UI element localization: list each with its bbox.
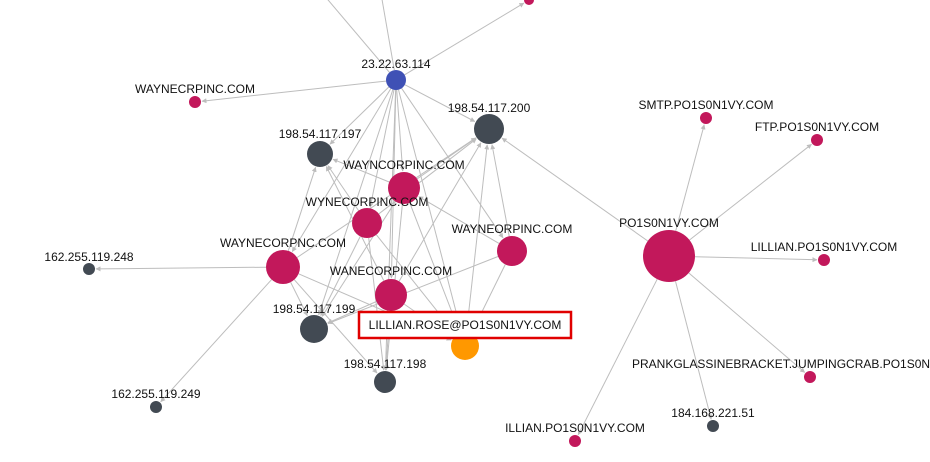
node-ip248[interactable] — [83, 263, 95, 275]
label-ip249: 162.255.119.249 — [111, 387, 201, 401]
node-wayneorpinc[interactable] — [497, 236, 527, 266]
node-ip198[interactable] — [374, 371, 396, 393]
label-hub_ip: 23.22.63.114 — [361, 57, 431, 71]
label-lillian: LILLIAN.PO1S0N1VY.COM — [751, 240, 898, 254]
node-ip200[interactable] — [474, 114, 504, 144]
label-illian: ILLIAN.PO1S0N1VY.COM — [505, 421, 645, 435]
label-wynecorpinc: WYNECORPINC.COM — [306, 195, 429, 209]
node-ip184[interactable] — [707, 420, 719, 432]
node-top_domain[interactable] — [524, 0, 534, 5]
node-waynecorpnc[interactable] — [266, 250, 300, 284]
labels-layer: 23.22.63.114 WAYNECRPINC.COM 198.54.117.20… — [44, 57, 930, 435]
label-email: LILLIAN.ROSE@PO1S0N1VY.COM — [369, 318, 562, 332]
node-po1s0n1vy[interactable] — [643, 230, 695, 282]
edge-hub_ip-email — [398, 89, 463, 332]
edge-waynecorpnc-ip249 — [160, 279, 272, 403]
node-ip197[interactable] — [307, 141, 333, 167]
edge-waynecorpnc-ip248 — [95, 266, 267, 272]
label-ip197: 198.54.117.197 — [279, 127, 362, 141]
label-waynecorpnc: WAYNECORPNC.COM — [220, 236, 346, 250]
label-ip200: 198.54.117.200 — [448, 101, 531, 115]
node-illian[interactable] — [569, 435, 581, 447]
label-prank: PRANKGLASSINEBRACKET.JUMPINGCRAB.PO1S0N1… — [632, 357, 930, 371]
label-wanecorpinc: WANECORPINC.COM — [330, 264, 452, 278]
label-ip198: 198.54.117.198 — [344, 357, 427, 371]
edge-email-ip200 — [466, 144, 490, 333]
edge-po1s0n1vy-smtp — [675, 124, 706, 232]
node-ip199[interactable] — [300, 315, 328, 343]
label-wayneorpinc: WAYNEORPINC.COM — [452, 222, 573, 236]
node-lillian[interactable] — [818, 254, 830, 266]
node-prank[interactable] — [804, 371, 816, 383]
node-hub_ip[interactable] — [386, 70, 406, 90]
edge-po1s0n1vy-lillian — [694, 256, 818, 263]
edge-po1s0n1vy-ip184 — [675, 281, 713, 420]
label-ftp: FTP.PO1S0N1VY.COM — [755, 120, 879, 134]
node-smtp[interactable] — [700, 112, 712, 124]
label-waynecrpinc: WAYNECRPINC.COM — [135, 82, 255, 96]
label-ip184: 184.168.221.51 — [671, 406, 755, 420]
node-ip249[interactable] — [150, 401, 162, 413]
node-wynecorpinc[interactable] — [352, 208, 382, 238]
label-ip248: 162.255.119.248 — [44, 250, 134, 264]
node-ftp[interactable] — [811, 134, 823, 146]
label-wayncorpinc: WAYNCORPINC.COM — [343, 158, 464, 172]
network-graph[interactable]: 23.22.63.114 WAYNECRPINC.COM 198.54.117.20… — [0, 0, 930, 462]
node-waynecrpinc[interactable] — [189, 96, 201, 108]
node-wanecorpinc[interactable] — [375, 279, 407, 311]
label-ip199: 198.54.117.199 — [273, 302, 356, 316]
label-po1s0n1vy: PO1S0N1VY.COM — [619, 216, 719, 230]
edge-wayneorpinc-wayncorpinc — [418, 196, 500, 244]
label-smtp: SMTP.PO1S0N1VY.COM — [639, 98, 774, 112]
